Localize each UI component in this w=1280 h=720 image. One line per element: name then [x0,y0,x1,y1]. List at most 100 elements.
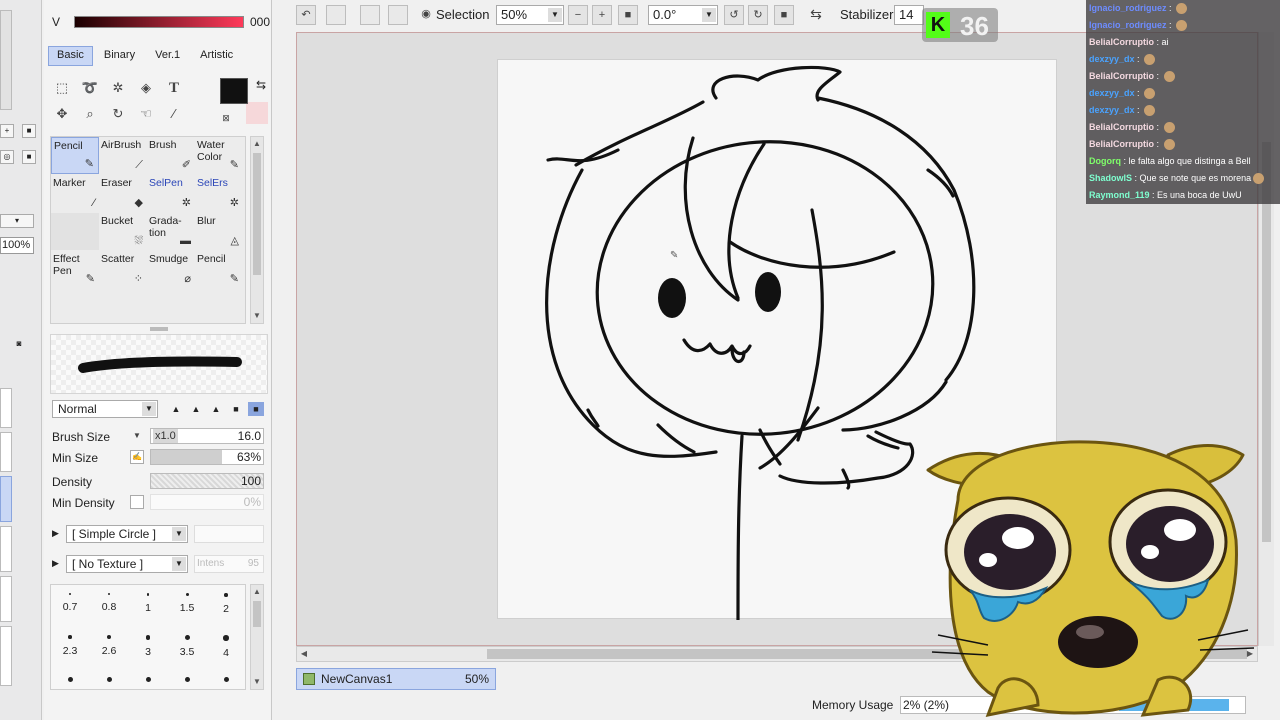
brush-pencil[interactable]: Pencil ✎ [195,251,243,288]
brush-empty-slot[interactable] [51,213,99,250]
rect-select-icon[interactable]: ⬚ [52,78,72,98]
deselect-icon[interactable] [360,5,380,25]
size-presets-scroll-thumb[interactable] [253,601,261,627]
hand-icon[interactable]: ☜ [136,104,156,124]
scroll-left-icon[interactable]: ◀ [297,647,311,661]
brush-scatter[interactable]: Scatter ⁘ [99,251,147,288]
rotation-select[interactable]: 0.0° ▼ [648,5,718,25]
flip-horizontal-icon[interactable]: ⇆ [806,5,826,25]
brush-brush[interactable]: Brush ✐ [147,137,195,174]
size-preset[interactable]: 1 [129,593,167,614]
zoom-in-icon[interactable]: + [592,5,612,25]
brush-size-field[interactable]: x1.0 16.0 [150,428,264,444]
panel-resize-handle[interactable] [150,327,168,331]
brush-grid-scrollbar[interactable]: ▲ ▼ [250,136,264,324]
density-slider[interactable]: 100 [150,473,264,489]
magic-wand-icon[interactable]: ✲ [108,78,128,98]
scroll-up-icon[interactable]: ▲ [251,585,263,599]
tip-shape-2[interactable]: ▲ [188,402,204,416]
expand-shape-icon[interactable]: ▶ [52,528,59,539]
size-presets-scrollbar[interactable]: ▲ ▼ [250,584,264,690]
brush-marker[interactable]: Marker ⁄ [51,175,99,212]
zoom-select[interactable]: 50% ▼ [496,5,564,25]
strip-dropdown[interactable]: ▾ [0,214,34,228]
scroll-down-icon[interactable]: ▼ [251,675,263,689]
rotate-reset-icon[interactable]: ■ [774,5,794,25]
strip-stop-button[interactable]: ■ [22,124,36,138]
texture-intensity-field[interactable]: Intens 95 [194,555,264,573]
strip-add-button[interactable]: + [0,124,14,138]
zoom-reset-icon[interactable]: ■ [618,5,638,25]
reset-colors-icon[interactable]: ⊠ [216,108,236,128]
size-preset[interactable]: 4 [207,635,245,659]
swap-colors-icon[interactable]: ⇆ [256,78,266,92]
min-size-pressure-toggle[interactable]: ✍ [130,450,144,464]
lasso-icon[interactable]: ➰ [80,78,100,98]
brush-blur[interactable]: Blur ◬ [195,213,243,250]
strip-stop-button-2[interactable]: ■ [22,150,36,164]
rotate-left-icon[interactable]: ↺ [724,5,744,25]
scroll-down-icon[interactable]: ▼ [251,309,263,323]
move-icon[interactable]: ✥ [52,104,72,124]
zoom-out-icon[interactable]: − [568,5,588,25]
size-preset[interactable]: 3 [129,635,167,658]
size-preset[interactable]: 2.6 [90,635,128,657]
min-density-slider[interactable]: 0% [150,494,264,510]
min-size-slider[interactable]: 63% [150,449,264,465]
eyedropper-icon[interactable]: ⁄ [164,104,184,124]
tip-shape-4[interactable]: ■ [228,402,244,416]
size-preset[interactable]: 2 [207,593,245,615]
tab-artistic[interactable]: Artistic [191,46,242,66]
brush-selers[interactable]: SelErs ✲ [195,175,243,212]
size-preset[interactable]: 0.7 [51,593,89,613]
brush-bucket[interactable]: Bucket ⛆ [99,213,147,250]
stabilizer-select[interactable]: 14 [894,5,924,25]
brush-selpen[interactable]: SelPen ✲ [147,175,195,212]
texture-select[interactable]: [ No Texture ] ▼ [66,555,188,573]
tab-basic[interactable]: Basic [48,46,93,66]
scroll-up-icon[interactable]: ▲ [251,137,263,151]
size-preset[interactable]: 2.3 [51,635,89,657]
tip-shape-5[interactable]: ■ [248,402,264,416]
strip-layer-2[interactable] [0,432,12,472]
background-color-swatch[interactable] [246,102,268,124]
size-preset[interactable]: 0.8 [90,593,128,613]
strip-layer-icon[interactable]: ◙ [12,338,26,352]
brush-smudge[interactable]: Smudge ⌀ [147,251,195,288]
expand-texture-icon[interactable]: ▶ [52,558,59,569]
zoom-icon[interactable]: ⌕ [80,104,100,124]
canvas-file-tab[interactable]: NewCanvas1 50% [296,668,496,690]
shape-select[interactable]: [ Simple Circle ] ▼ [66,525,188,543]
strip-layer-1[interactable] [0,388,12,428]
text-tool-icon[interactable]: T [164,78,184,98]
undo-icon[interactable]: ↶ [296,5,316,25]
rotate-right-icon[interactable]: ↻ [748,5,768,25]
strip-layer-3[interactable] [0,476,12,522]
size-preset[interactable]: 3.5 [168,635,206,658]
strip-layer-4[interactable] [0,526,12,572]
blend-mode-select[interactable]: Normal ▼ [52,400,158,418]
tip-shape-1[interactable]: ▲ [168,402,184,416]
eye-icon[interactable]: ◉ [416,5,436,25]
strip-layer-6[interactable] [0,626,12,686]
tab-ver1[interactable]: Ver.1 [146,46,189,66]
brush-water-color[interactable]: Water Color ✎ [195,137,243,174]
brush-pencil[interactable]: Pencil ✎ [51,137,99,174]
brush-effect-pen[interactable]: Effect Pen ✎ [51,251,99,288]
strip-layer-5[interactable] [0,576,12,622]
brush-grid-scroll-thumb[interactable] [253,153,261,275]
color-value-slider[interactable] [74,16,244,28]
brush-grada-tion[interactable]: Grada- tion ▬ [147,213,195,250]
size-preset[interactable]: 1.5 [168,593,206,614]
min-density-pressure-toggle[interactable] [130,495,144,509]
foreground-color-swatch[interactable] [220,78,248,104]
tip-shape-3[interactable]: ▲ [208,402,224,416]
brush-size-dropdown-icon[interactable]: ▼ [132,428,142,448]
brush-airbrush[interactable]: AirBrush ⟋ [99,137,147,174]
strip-reset-button[interactable]: ◎ [0,150,14,164]
shape-icon[interactable]: ◈ [136,78,156,98]
brush-eraser[interactable]: Eraser ◆ [99,175,147,212]
tab-binary[interactable]: Binary [95,46,144,66]
redo-icon[interactable] [326,5,346,25]
invert-selection-icon[interactable] [388,5,408,25]
